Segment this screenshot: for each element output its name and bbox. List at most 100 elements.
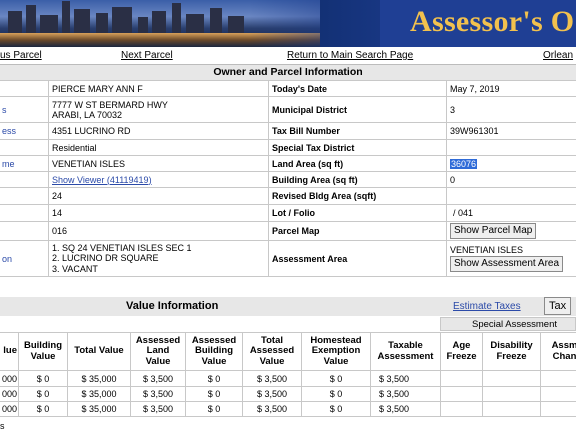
special-tax-district-value	[446, 139, 576, 156]
total-value-header: Total Value	[67, 332, 131, 371]
table-row: on 1. SQ 24 VENETIAN ISLES SEC 1 2. LUCR…	[0, 240, 576, 277]
table-row: s 7777 W ST BERMARD HWY ARABI, LA 70032 …	[0, 96, 576, 123]
disability-freeze-header: Disability Freeze	[482, 332, 541, 371]
legal-line-3: 3. VACANT	[52, 263, 98, 274]
tax-bill-number-value: 39W961301	[446, 122, 576, 140]
building-area-label: Building Area (sq ft)	[268, 171, 447, 188]
owner-label	[0, 80, 49, 97]
lot-folio-value: / 041	[446, 204, 576, 222]
orleans-link[interactable]: Orlean	[543, 50, 573, 61]
table-row: 000 $ 0 $ 35,000 $ 3,500 $ 0 $ 3,500 $ 0…	[0, 386, 576, 402]
assessment-area-value: VENETIAN ISLES	[450, 245, 524, 255]
assessed-building-value-header: Assessed Building Value	[185, 332, 243, 371]
lot-label	[0, 204, 49, 222]
assessment-change-cell	[540, 386, 576, 402]
show-viewer-cell: Show Viewer (41119419)	[48, 171, 269, 188]
municipal-district-value: 3	[446, 96, 576, 123]
assessor-page: Assessor's O us Parcel Next Parcel Retur…	[0, 0, 576, 432]
property-class-value: Residential	[48, 139, 269, 156]
show-viewer-link[interactable]: Show Viewer (41119419)	[52, 175, 152, 185]
legal-line-2: 2. LUCRINO DR SQUARE	[52, 253, 159, 264]
owner-name: PIERCE MARY ANN F	[48, 80, 269, 97]
mailing-address-label: s	[0, 96, 49, 123]
assessment-change-cell	[540, 370, 576, 387]
previous-parcel-link[interactable]: us Parcel	[0, 50, 42, 61]
value-information-table: lue Building Value Total Value Assessed …	[0, 332, 576, 417]
homestead-exemption-cell: $ 0	[301, 370, 371, 387]
table-row: 14 Lot / Folio / 041	[0, 204, 576, 222]
total-assessed-value-cell: $ 3,500	[242, 401, 302, 417]
parcel-map-cell: Show Parcel Map	[446, 221, 576, 241]
legal-line-1: 1. SQ 24 VENETIAN ISLES SEC 1	[52, 242, 192, 253]
owner-parcel-table: PIERCE MARY ANN F Today's Date May 7, 20…	[0, 80, 576, 277]
building-value-cell: $ 0	[18, 401, 68, 417]
assessment-change-cell	[540, 401, 576, 417]
footer-text-fragment: s	[0, 421, 5, 431]
total-value-cell: $ 35,000	[67, 386, 131, 402]
location-address-label: ess	[0, 122, 49, 140]
legal-description-value: 1. SQ 24 VENETIAN ISLES SEC 1 2. LUCRINO…	[48, 240, 269, 277]
table-row: ess 4351 LUCRINO RD Tax Bill Number 39W9…	[0, 122, 576, 140]
property-class-label	[0, 139, 49, 156]
land-area-value[interactable]: 36076	[450, 158, 478, 169]
show-assessment-area-button[interactable]: Show Assessment Area	[450, 256, 564, 272]
homestead-exemption-header: Homestead Exemption Value	[301, 332, 371, 371]
building-area-value: 0	[446, 171, 576, 188]
assessed-land-value-cell: $ 3,500	[130, 386, 186, 402]
assessment-area-label: Assessment Area	[268, 240, 447, 277]
tax-button[interactable]: Tax	[544, 297, 572, 315]
land-value-cell: 000	[0, 401, 19, 417]
total-value-cell: $ 35,000	[67, 370, 131, 387]
lot-folio-label: Lot / Folio	[268, 204, 447, 222]
book-label	[0, 221, 49, 241]
value-information-header: Value Information Estimate Taxes Tax	[0, 297, 576, 316]
total-assessed-value-header: Total Assessed Value	[242, 332, 302, 371]
table-row: Residential Special Tax District	[0, 139, 576, 156]
location-address-value: 4351 LUCRINO RD	[48, 122, 269, 140]
disability-freeze-cell	[482, 370, 541, 387]
assessed-building-value-cell: $ 0	[185, 401, 243, 417]
building-value-cell: $ 0	[18, 386, 68, 402]
estimate-taxes-link[interactable]: Estimate Taxes	[453, 301, 521, 312]
todays-date-label: Today's Date	[268, 80, 447, 97]
subdivision-name-label: me	[0, 155, 49, 172]
table-row: PIERCE MARY ANN F Today's Date May 7, 20…	[0, 80, 576, 97]
parcel-navigation-bar: us Parcel Next Parcel Return to Main Sea…	[0, 47, 576, 65]
total-value-cell: $ 35,000	[67, 401, 131, 417]
book-value: 016	[48, 221, 269, 241]
assessed-building-value-cell: $ 0	[185, 386, 243, 402]
total-assessed-value-cell: $ 3,500	[242, 386, 302, 402]
building-value-cell: $ 0	[18, 370, 68, 387]
disability-freeze-cell	[482, 401, 541, 417]
return-main-search-link[interactable]: Return to Main Search Page	[287, 50, 413, 61]
assessment-area-cell: VENETIAN ISLES Show Assessment Area	[446, 240, 576, 277]
municipal-district-label: Municipal District	[268, 96, 447, 123]
age-freeze-header: Age Freeze	[440, 332, 483, 371]
special-tax-district-label: Special Tax District	[268, 139, 447, 156]
age-freeze-cell	[440, 386, 483, 402]
next-parcel-link[interactable]: Next Parcel	[121, 50, 173, 61]
homestead-exemption-cell: $ 0	[301, 386, 371, 402]
square-value: 24	[48, 187, 269, 205]
subdivision-name-value: VENETIAN ISLES	[48, 155, 269, 172]
taxable-assessment-cell: $ 3,500	[370, 401, 441, 417]
show-parcel-map-button[interactable]: Show Parcel Map	[450, 223, 537, 239]
table-row: 24 Revised Bldg Area (sqft)	[0, 187, 576, 205]
value-information-title: Value Information	[126, 300, 219, 312]
tax-bill-number-label: Tax Bill Number	[268, 122, 447, 140]
building-value-header: Building Value	[18, 332, 68, 371]
age-freeze-cell	[440, 401, 483, 417]
header-banner: Assessor's O	[0, 0, 576, 47]
assessed-land-value-cell: $ 3,500	[130, 370, 186, 387]
assessed-land-value-header: Assessed Land Value	[130, 332, 186, 371]
lot-value: 14	[48, 204, 269, 222]
land-area-cell: 36076	[446, 155, 576, 172]
mailing-address-line-2: ARABI, LA 70032	[52, 109, 123, 120]
disability-freeze-cell	[482, 386, 541, 402]
assessed-land-value-cell: $ 3,500	[130, 401, 186, 417]
assessor-title-logo: Assessor's O	[410, 5, 575, 38]
age-freeze-cell	[440, 370, 483, 387]
land-value-cell: 000	[0, 370, 19, 387]
table-row: Show Viewer (41119419) Building Area (sq…	[0, 171, 576, 188]
taxable-assessment-cell: $ 3,500	[370, 386, 441, 402]
